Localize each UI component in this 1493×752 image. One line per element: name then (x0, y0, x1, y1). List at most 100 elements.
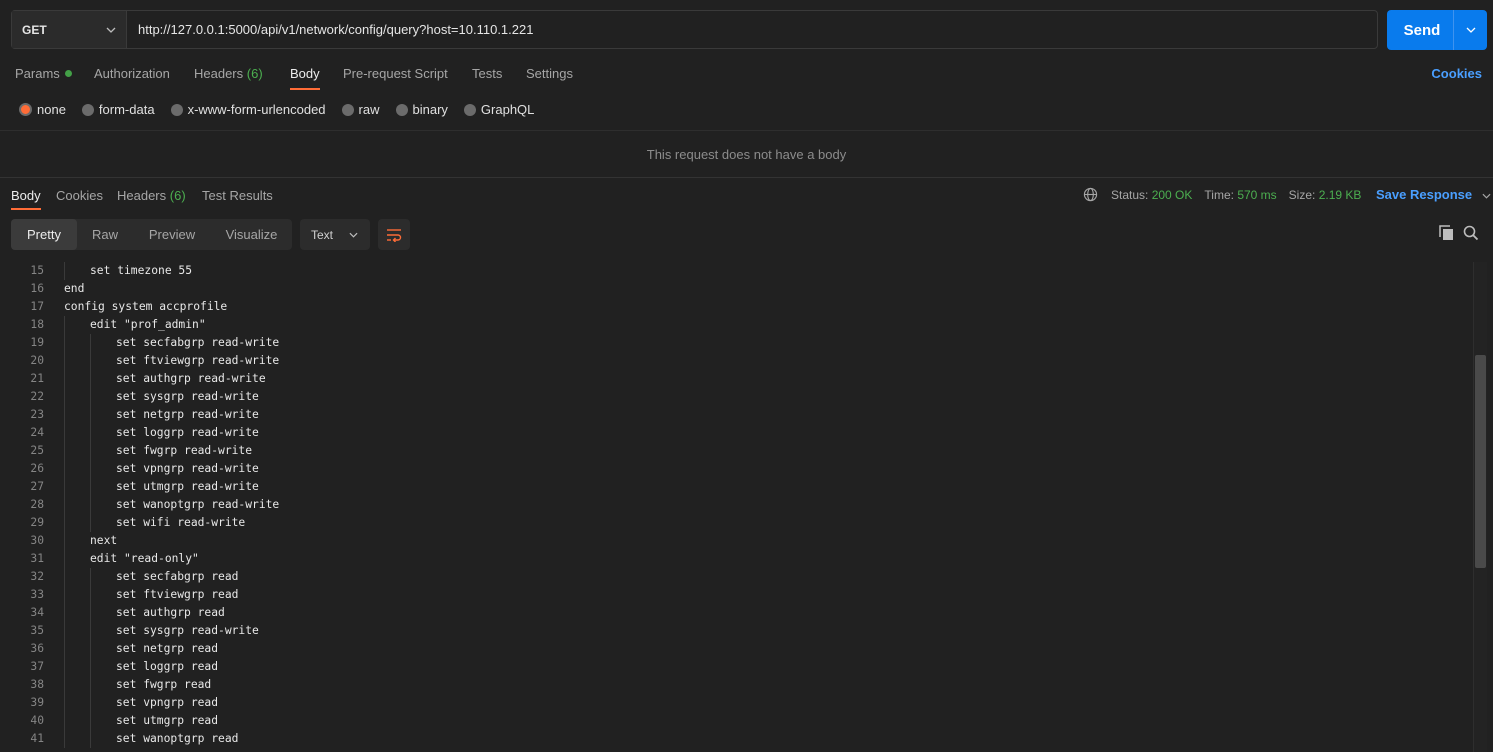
line-number: 26 (30, 462, 44, 475)
line-number: 17 (30, 300, 44, 313)
radio-label: GraphQL (480, 102, 535, 117)
code-text: set vpngrp read-write (44, 460, 259, 478)
send-options-button[interactable] (1454, 10, 1487, 50)
search-icon[interactable] (1463, 225, 1479, 241)
chevron-down-icon (106, 27, 116, 33)
tab-pre-request-script[interactable]: Pre-request Script (343, 66, 448, 81)
code-line: 33 set ftviewgrp read (0, 586, 1473, 604)
tab-label: Pre-request Script (343, 66, 448, 81)
tab-params[interactable]: Params (15, 66, 72, 81)
indent-guide (64, 334, 65, 352)
radio-raw[interactable]: raw (341, 102, 380, 117)
code-text: set secfabgrp read (44, 568, 238, 586)
code-text-content: set utmgrp read (116, 714, 219, 727)
line-number: 41 (30, 732, 44, 745)
send-button[interactable]: Send (1387, 10, 1454, 50)
indent-guide (64, 514, 65, 532)
indent-guide (64, 406, 65, 424)
view-pretty[interactable]: Pretty (11, 219, 77, 250)
line-number: 27 (30, 480, 44, 493)
radio-binary[interactable]: binary (395, 102, 448, 117)
code-text-content: end (64, 282, 85, 295)
no-body-message: This request does not have a body (0, 130, 1493, 178)
globe-icon[interactable] (1083, 187, 1098, 202)
url-input[interactable]: http://127.0.0.1:5000/api/v1/network/con… (127, 11, 1377, 48)
tab-headers[interactable]: Headers (6) (194, 66, 263, 81)
code-line: 18 edit "prof_admin" (0, 316, 1473, 334)
radio-checked-icon (19, 103, 32, 116)
code-text-content: set vpngrp read-write (116, 462, 259, 475)
method-select[interactable]: GET (12, 11, 127, 48)
tab-settings[interactable]: Settings (526, 66, 573, 81)
code-line: 22 set sysgrp read-write (0, 388, 1473, 406)
indent-guide (64, 568, 65, 586)
code-line: 16 end (0, 280, 1473, 298)
indent-guide (90, 514, 91, 532)
line-number: 23 (30, 408, 44, 421)
active-tab-indicator (290, 88, 320, 90)
cookies-link[interactable]: Cookies (1431, 66, 1482, 81)
code-line: 40 set utmgrp read (0, 712, 1473, 730)
tab-test-results[interactable]: Test Results (202, 188, 273, 203)
method-label: GET (22, 22, 47, 37)
indent-guide (64, 442, 65, 460)
tab-label: Test Results (202, 188, 273, 203)
scrollbar-thumb[interactable] (1475, 355, 1486, 568)
tab-count: (6) (246, 66, 263, 81)
copy-icon[interactable] (1439, 225, 1454, 241)
wrap-lines-button[interactable] (378, 219, 410, 250)
indent-guide (90, 334, 91, 352)
tab-response-body[interactable]: Body (11, 188, 41, 203)
code-text: set loggrp read-write (44, 424, 259, 442)
tab-response-headers[interactable]: Headers (6) (117, 188, 186, 203)
chevron-down-icon (349, 232, 358, 238)
code-text: end (44, 280, 84, 298)
radio-icon (341, 103, 354, 116)
radio-label: none (37, 102, 66, 117)
code-text: set wanoptgrp read-write (44, 496, 279, 514)
indent-guide (64, 370, 65, 388)
status-dot-icon (64, 70, 72, 77)
line-number: 19 (30, 336, 44, 349)
save-response-button[interactable]: Save Response (1376, 187, 1491, 202)
code-text-content: edit "read-only" (90, 552, 199, 565)
radio-icon (395, 103, 408, 116)
code-line: 28 set wanoptgrp read-write (0, 496, 1473, 514)
line-number: 15 (30, 264, 44, 277)
line-number: 36 (30, 642, 44, 655)
view-raw[interactable]: Raw (77, 219, 133, 250)
indent-guide (90, 640, 91, 658)
code-text-content: set ftviewgrp read (116, 588, 239, 601)
body-type-options: none form-data x-www-form-urlencoded raw… (19, 102, 550, 117)
request-bar: GET http://127.0.0.1:5000/api/v1/network… (11, 10, 1378, 49)
indent-guide (64, 658, 65, 676)
code-text: set ftviewgrp read-write (44, 352, 279, 370)
status-label: Status: (1111, 187, 1149, 202)
indent-guide (90, 352, 91, 370)
tab-tests[interactable]: Tests (472, 66, 502, 81)
indent-guide (64, 640, 65, 658)
response-body-code[interactable]: 15 set timezone 55 16 end 17 config system ac… (0, 262, 1473, 752)
line-number: 32 (30, 570, 44, 583)
tab-authorization[interactable]: Authorization (94, 66, 170, 81)
indent-guide (64, 730, 65, 748)
view-visualize[interactable]: Visualize (211, 219, 292, 250)
radio-x-www-form-urlencoded[interactable]: x-www-form-urlencoded (170, 102, 326, 117)
tab-label: Authorization (94, 66, 170, 81)
code-line: 36 set netgrp read (0, 640, 1473, 658)
indent-guide (64, 262, 65, 280)
code-text: edit "prof_admin" (44, 316, 206, 334)
indent-guide (90, 496, 91, 514)
line-number: 22 (30, 390, 44, 403)
indent-guide (90, 694, 91, 712)
tab-body[interactable]: Body (290, 66, 320, 81)
view-preview[interactable]: Preview (133, 219, 211, 250)
tab-label: Body (11, 188, 41, 203)
radio-none[interactable]: none (19, 102, 66, 117)
tab-response-cookies[interactable]: Cookies (56, 188, 103, 203)
radio-graphql[interactable]: GraphQL (463, 102, 535, 117)
code-text-content: config system accprofile (64, 300, 228, 313)
format-select[interactable]: Text (300, 219, 370, 250)
radio-form-data[interactable]: form-data (81, 102, 155, 117)
code-line: 17 config system accprofile (0, 298, 1473, 316)
